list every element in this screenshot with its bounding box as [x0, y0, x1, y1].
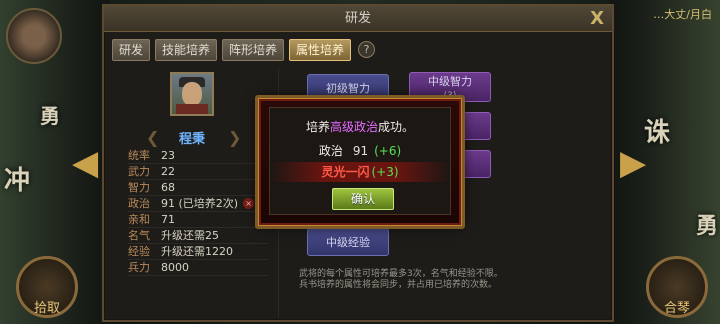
tab-skill-training[interactable]: 技能培养	[155, 39, 218, 61]
next-arrow-icon[interactable]: ▶	[620, 146, 646, 180]
prev-arrow-icon[interactable]: ◀	[72, 146, 98, 180]
bg-char-right-1: 诛	[644, 118, 671, 148]
reset-icon[interactable]: ×	[243, 198, 255, 209]
stat-value: 8000	[161, 261, 189, 274]
tab-formation-training[interactable]: 阵形培养	[222, 39, 285, 61]
stat-label: 统率	[128, 149, 150, 162]
player-avatar[interactable]	[6, 8, 62, 64]
stat-row: 统率 23	[128, 148, 268, 164]
right-action-button[interactable]: 合琴	[646, 256, 708, 318]
stat-row: 亲和 71	[128, 212, 268, 228]
bg-char-left-2: 勇	[40, 104, 60, 128]
stat-row: 兵力 8000	[128, 260, 268, 276]
dialog-body: 培养高级政治成功。 政治 91 (+6) 灵光一闪 (+3) 确认	[269, 107, 451, 215]
train-button-label: 中级智力	[428, 75, 472, 88]
stat-value: 22	[161, 165, 175, 178]
stat-value: 升级还需1220	[161, 245, 233, 258]
stat-value: 23	[161, 149, 175, 162]
training-note: 武将的每个属性可培养最多3次，名气和经验不限。 兵书培养的属性将会同步，并占用已…	[299, 269, 599, 291]
bg-char-right-2: 勇	[696, 213, 719, 239]
note-line-1: 武将的每个属性可培养最多3次，名气和经验不限。	[299, 269, 503, 279]
train-button-label: 初级智力	[326, 82, 370, 95]
result-message: 培养高级政治成功。	[270, 118, 450, 135]
stat-row: 智力 68	[128, 180, 268, 196]
train-button-label: 中级经验	[326, 236, 370, 249]
stat-row: 经验 升级还需1220	[128, 244, 268, 260]
bonus-banner: 灵光一闪 (+3)	[270, 162, 450, 182]
message-prefix: 培养	[305, 120, 330, 134]
attribute-gain-value: (+6)	[374, 144, 402, 158]
panel-title: 研发	[344, 11, 371, 26]
stat-value: 升级还需25	[161, 229, 219, 242]
attribute-gain: 政治 91 (+6)	[270, 142, 450, 159]
stat-label: 经验	[128, 245, 150, 258]
train-basic-intelligence-button[interactable]: 初级智力	[307, 74, 389, 102]
confirm-button[interactable]: 确认	[332, 188, 394, 210]
tab-research[interactable]: 研发	[112, 39, 151, 61]
bonus-label: 灵光一闪	[321, 165, 370, 179]
stat-label: 政治	[128, 197, 150, 210]
stat-value: 91 (已培养2次)	[161, 197, 239, 210]
panel-header: 研发 X	[104, 6, 612, 32]
attribute-value: 91	[352, 144, 369, 158]
stat-value: 71	[161, 213, 175, 226]
tab-attribute-training[interactable]: 属性培养	[289, 39, 352, 61]
stat-label: 名气	[128, 229, 150, 242]
top-right-status: …大丈/月白	[653, 8, 712, 21]
help-icon[interactable]: ?	[358, 41, 376, 58]
note-line-2: 兵书培养的属性将会同步，并占用已培养的次数。	[299, 280, 498, 290]
train-mid-intelligence-button[interactable]: 中级智力 (3)	[409, 72, 491, 102]
training-result-dialog: 培养高级政治成功。 政治 91 (+6) 灵光一闪 (+3) 确认	[255, 95, 465, 229]
train-mid-experience-button[interactable]: 中级经验	[307, 228, 389, 256]
left-action-label: 拾取	[33, 301, 60, 316]
stat-value: 68	[161, 181, 175, 194]
right-action-label: 合琴	[663, 301, 690, 316]
bg-char-left-1: 冲	[4, 166, 31, 196]
general-info-pane: ❮ ❯ 程秉 统率 23 武力 22 智力 68 政治 91 (已培养2次) × 亲和 71…	[112, 68, 272, 318]
attribute-label: 政治	[318, 144, 343, 158]
close-icon[interactable]: X	[590, 8, 604, 30]
bonus-gain-value: (+3)	[371, 165, 399, 179]
trained-item-name: 高级政治	[329, 120, 378, 134]
general-name: 程秉	[178, 132, 205, 147]
stat-label: 兵力	[128, 261, 150, 274]
stat-label: 智力	[128, 181, 150, 194]
stat-label: 武力	[128, 165, 150, 178]
tab-bar: 研发 技能培养 阵形培养 属性培养 ?	[112, 39, 376, 61]
left-action-button[interactable]: 拾取	[16, 256, 78, 318]
stat-row: 名气 升级还需25	[128, 228, 268, 244]
message-suffix: 成功。	[378, 120, 415, 134]
stat-row: 政治 91 (已培养2次) ×	[128, 196, 268, 212]
stat-label: 亲和	[128, 213, 150, 226]
stat-list: 统率 23 武力 22 智力 68 政治 91 (已培养2次) × 亲和 71 名气 升级还需…	[128, 148, 268, 276]
general-portrait[interactable]	[170, 72, 214, 116]
stat-row: 武力 22	[128, 164, 268, 180]
